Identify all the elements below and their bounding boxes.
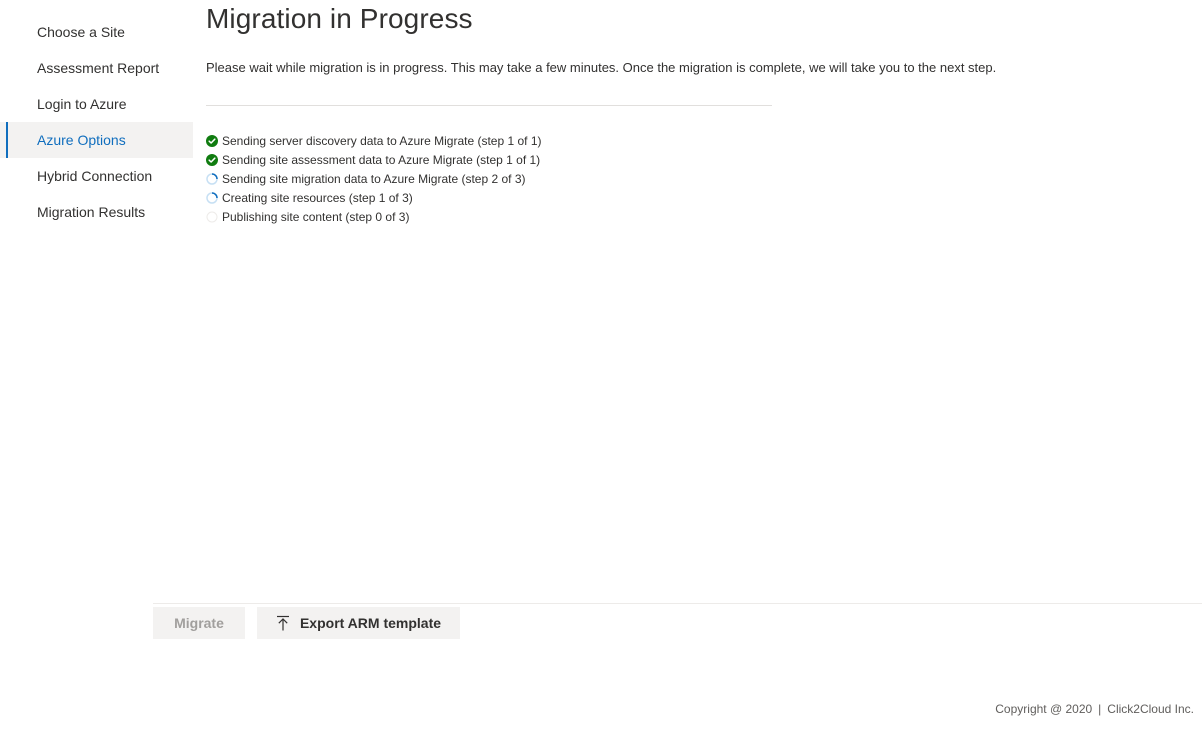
sidebar-item-choose-a-site[interactable]: Choose a Site	[0, 14, 193, 50]
step-label: Sending server discovery data to Azure M…	[222, 134, 542, 148]
sidebar-nav: Choose a Site Assessment Report Login to…	[0, 14, 193, 230]
step-label: Sending site migration data to Azure Mig…	[222, 172, 526, 186]
check-circle-icon	[206, 134, 218, 147]
company-name: Click2Cloud Inc.	[1107, 702, 1194, 716]
copyright-text: Copyright @ 2020 | Click2Cloud Inc.	[995, 702, 1194, 716]
step-item: Publishing site content (step 0 of 3)	[206, 208, 1186, 227]
step-item: Sending server discovery data to Azure M…	[206, 132, 1186, 151]
sidebar-item-login-to-azure[interactable]: Login to Azure	[0, 86, 193, 122]
migrate-button-label: Migrate	[174, 615, 224, 631]
migration-steps-list: Sending server discovery data to Azure M…	[206, 132, 1186, 227]
footer-divider	[153, 603, 1202, 604]
sidebar-item-migration-results[interactable]: Migration Results	[0, 194, 193, 230]
copyright-label: Copyright @ 2020	[995, 702, 1093, 716]
sidebar-item-hybrid-connection[interactable]: Hybrid Connection	[0, 158, 193, 194]
sidebar-item-assessment-report[interactable]: Assessment Report	[0, 50, 193, 86]
step-item: Sending site assessment data to Azure Mi…	[206, 151, 1186, 170]
step-label: Sending site assessment data to Azure Mi…	[222, 153, 541, 167]
page-title: Migration in Progress	[206, 3, 473, 34]
step-label: Creating site resources (step 1 of 3)	[222, 191, 413, 205]
progress-description: Please wait while migration is in progre…	[206, 60, 997, 75]
sidebar-item-azure-options[interactable]: Azure Options	[0, 122, 193, 158]
migrate-button[interactable]: Migrate	[153, 607, 245, 639]
spinner-icon	[206, 172, 218, 185]
migration-page: Choose a Site Assessment Report Login to…	[0, 0, 1202, 730]
spinner-icon	[206, 191, 218, 204]
step-item: Sending site migration data to Azure Mig…	[206, 170, 1186, 189]
empty-circle-icon	[206, 211, 218, 222]
upload-icon	[276, 615, 289, 631]
step-item: Creating site resources (step 1 of 3)	[206, 189, 1186, 208]
main-content: Migration in Progress Please wait while …	[206, 0, 1186, 227]
copyright-separator: |	[1098, 702, 1102, 716]
divider	[206, 105, 772, 106]
check-circle-icon	[206, 153, 218, 166]
export-button-label: Export ARM template	[299, 615, 442, 631]
step-label: Publishing site content (step 0 of 3)	[222, 210, 410, 224]
export-arm-template-button[interactable]: Export ARM template	[257, 607, 460, 639]
